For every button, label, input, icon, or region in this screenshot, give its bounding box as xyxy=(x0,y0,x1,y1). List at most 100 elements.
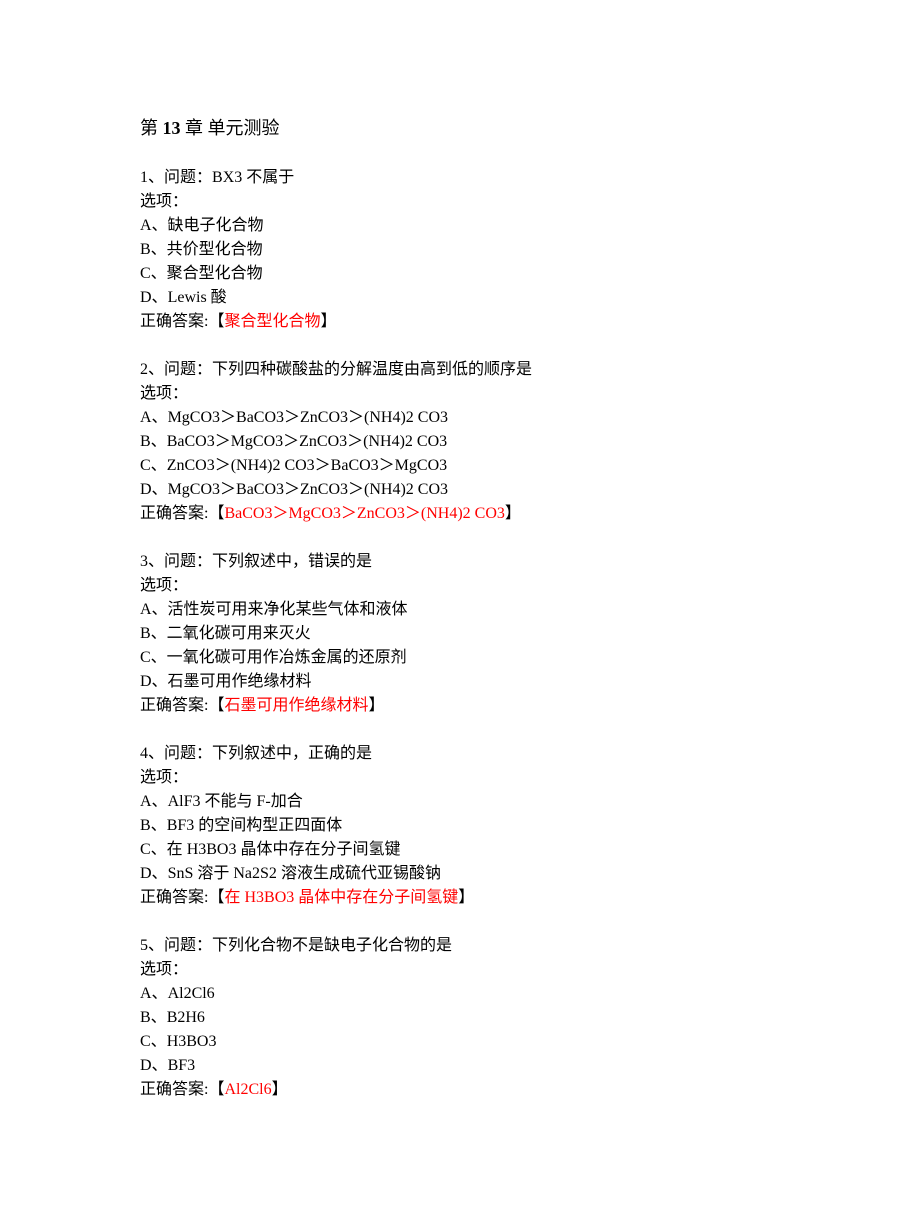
q5-answer: Al2Cl6 xyxy=(224,1081,271,1098)
q4-d-1: D、 xyxy=(140,865,168,882)
q2-opt-b: B、BaCO3＞MgCO3＞ZnCO3＞(NH4)2 CO3 xyxy=(140,430,780,454)
q1-opt-a: A、缺电子化合物 xyxy=(140,214,780,238)
q3-prompt: 3、问题：下列叙述中，错误的是 xyxy=(140,550,780,574)
q2-opt-a: A、MgCO3＞BaCO3＞ZnCO3＞(NH4)2 CO3 xyxy=(140,406,780,430)
title-chapter-num: 13 xyxy=(158,118,185,138)
q1-opt-d-b: Lewis xyxy=(168,289,211,306)
q4-b-2: BF3 xyxy=(167,817,199,834)
q4-a-1: A、 xyxy=(140,793,168,810)
q4-b-3: 的空间构型正四面体 xyxy=(198,817,342,834)
q3-options-label: 选项： xyxy=(140,574,780,598)
q4-a-5: 加合 xyxy=(271,793,303,810)
q4-answer: 在 H3BO3 晶体中存在分子间氢键 xyxy=(224,889,458,906)
q4-d-2: SnS xyxy=(168,865,198,882)
answer-suffix: 】 xyxy=(272,1081,288,1098)
q1-answer-line: 正确答案:【聚合型化合物】 xyxy=(140,310,780,334)
q3-opt-c: C、一氧化碳可用作冶炼金属的还原剂 xyxy=(140,646,780,670)
q2-opt-b-b: BaCO3＞MgCO3＞ZnCO3＞(NH4)2 CO3 xyxy=(167,433,447,450)
q4-a-2: AlF3 xyxy=(168,793,205,810)
q4-opt-b: B、BF3 的空间构型正四面体 xyxy=(140,814,780,838)
answer-prefix: 正确答案:【 xyxy=(140,505,224,522)
q4-ans-2: H3BO3 xyxy=(240,889,298,906)
q4-d-3: 溶于 xyxy=(197,865,229,882)
q4-a-3: 不能与 xyxy=(204,793,252,810)
q4-prompt: 4、问题：下列叙述中，正确的是 xyxy=(140,742,780,766)
q5-opt-a: A、Al2Cl6 xyxy=(140,982,780,1006)
q5-prompt: 5、问题：下列化合物不是缺电子化合物的是 xyxy=(140,934,780,958)
q4-a-4: F- xyxy=(252,793,270,810)
q5-answer-line: 正确答案:【Al2Cl6】 xyxy=(140,1078,780,1102)
question-3: 3、问题：下列叙述中，错误的是 选项： A、活性炭可用来净化某些气体和液体 B、… xyxy=(140,550,780,718)
q4-options-label: 选项： xyxy=(140,766,780,790)
q4-ans-3: 晶体中存在分子间氢键 xyxy=(298,889,458,906)
question-5: 5、问题：下列化合物不是缺电子化合物的是 选项： A、Al2Cl6 B、B2H6… xyxy=(140,934,780,1102)
q1-opt-d-c: 酸 xyxy=(211,289,227,306)
q5-opt-d: D、BF3 xyxy=(140,1054,780,1078)
q1-prompt-c: 不属于 xyxy=(246,169,294,186)
q4-opt-c: C、在 H3BO3 晶体中存在分子间氢键 xyxy=(140,838,780,862)
q5-c-2: H3BO3 xyxy=(167,1033,217,1050)
q1-opt-d-a: D、 xyxy=(140,289,168,306)
q5-c-1: C、 xyxy=(140,1033,167,1050)
q3-answer: 石墨可用作绝缘材料 xyxy=(224,697,368,714)
answer-suffix: 】 xyxy=(505,505,521,522)
q4-b-1: B、 xyxy=(140,817,167,834)
q3-opt-d: D、石墨可用作绝缘材料 xyxy=(140,670,780,694)
q2-opt-a-b: MgCO3＞BaCO3＞ZnCO3＞(NH4)2 CO3 xyxy=(168,409,448,426)
q1-prompt-a: 1、问题： xyxy=(140,169,212,186)
question-4: 4、问题：下列叙述中，正确的是 选项： A、AlF3 不能与 F-加合 B、BF… xyxy=(140,742,780,910)
q2-opt-d: D、MgCO3＞BaCO3＞ZnCO3＞(NH4)2 CO3 xyxy=(140,478,780,502)
q4-opt-a: A、AlF3 不能与 F-加合 xyxy=(140,790,780,814)
q1-prompt: 1、问题：BX3 不属于 xyxy=(140,166,780,190)
q2-opt-c: C、ZnCO3＞(NH4)2 CO3＞BaCO3＞MgCO3 xyxy=(140,454,780,478)
answer-suffix: 】 xyxy=(368,697,384,714)
answer-prefix: 正确答案:【 xyxy=(140,1081,224,1098)
q1-opt-c: C、聚合型化合物 xyxy=(140,262,780,286)
q2-prompt: 2、问题：下列四种碳酸盐的分解温度由高到低的顺序是 xyxy=(140,358,780,382)
q5-a-1: A、 xyxy=(140,985,168,1002)
q1-answer: 聚合型化合物 xyxy=(224,313,320,330)
q4-c-1: C、在 xyxy=(140,841,183,858)
q4-d-5: 溶液生成硫代亚锡酸钠 xyxy=(281,865,441,882)
page-title: 第 13 章 单元测验 xyxy=(140,115,780,142)
answer-suffix: 】 xyxy=(458,889,474,906)
q3-opt-a: A、活性炭可用来净化某些气体和液体 xyxy=(140,598,780,622)
q3-answer-line: 正确答案:【石墨可用作绝缘材料】 xyxy=(140,694,780,718)
q4-ans-1: 在 xyxy=(224,889,240,906)
q2-opt-d-a: D、 xyxy=(140,481,168,498)
q2-opt-c-a: C、 xyxy=(140,457,167,474)
answer-prefix: 正确答案:【 xyxy=(140,313,224,330)
q5-opt-b: B、B2H6 xyxy=(140,1006,780,1030)
q4-answer-line: 正确答案:【在 H3BO3 晶体中存在分子间氢键】 xyxy=(140,886,780,910)
q1-prompt-b: BX3 xyxy=(212,169,246,186)
q2-answer-line: 正确答案:【BaCO3＞MgCO3＞ZnCO3＞(NH4)2 CO3】 xyxy=(140,502,780,526)
title-rest: 章 单元测验 xyxy=(185,118,280,138)
q4-c-3: 晶体中存在分子间氢键 xyxy=(240,841,400,858)
answer-prefix: 正确答案:【 xyxy=(140,697,224,714)
q4-d-4: Na2S2 xyxy=(229,865,281,882)
q1-options-label: 选项： xyxy=(140,190,780,214)
q3-opt-b: B、二氧化碳可用来灭火 xyxy=(140,622,780,646)
q5-opt-c: C、H3BO3 xyxy=(140,1030,780,1054)
q2-opt-c-b: ZnCO3＞(NH4)2 CO3＞BaCO3＞MgCO3 xyxy=(167,457,447,474)
q2-opt-b-a: B、 xyxy=(140,433,167,450)
answer-suffix: 】 xyxy=(320,313,336,330)
q5-b-1: B、 xyxy=(140,1009,167,1026)
q5-b-2: B2H6 xyxy=(167,1009,205,1026)
page: 第 13 章 单元测验 1、问题：BX3 不属于 选项： A、缺电子化合物 B、… xyxy=(0,0,920,1206)
q5-d-1: D、 xyxy=(140,1057,168,1074)
q4-opt-d: D、SnS 溶于 Na2S2 溶液生成硫代亚锡酸钠 xyxy=(140,862,780,886)
q2-options-label: 选项： xyxy=(140,382,780,406)
q2-answer: BaCO3＞MgCO3＞ZnCO3＞(NH4)2 CO3 xyxy=(224,505,504,522)
q2-opt-d-b: MgCO3＞BaCO3＞ZnCO3＞(NH4)2 CO3 xyxy=(168,481,448,498)
q5-options-label: 选项： xyxy=(140,958,780,982)
answer-prefix: 正确答案:【 xyxy=(140,889,224,906)
title-prefix: 第 xyxy=(140,118,158,138)
q2-opt-a-a: A、 xyxy=(140,409,168,426)
question-1: 1、问题：BX3 不属于 选项： A、缺电子化合物 B、共价型化合物 C、聚合型… xyxy=(140,166,780,334)
q1-opt-d: D、Lewis 酸 xyxy=(140,286,780,310)
q1-opt-b: B、共价型化合物 xyxy=(140,238,780,262)
q5-d-2: BF3 xyxy=(168,1057,196,1074)
question-2: 2、问题：下列四种碳酸盐的分解温度由高到低的顺序是 选项： A、MgCO3＞Ba… xyxy=(140,358,780,526)
q4-c-2: H3BO3 xyxy=(183,841,241,858)
